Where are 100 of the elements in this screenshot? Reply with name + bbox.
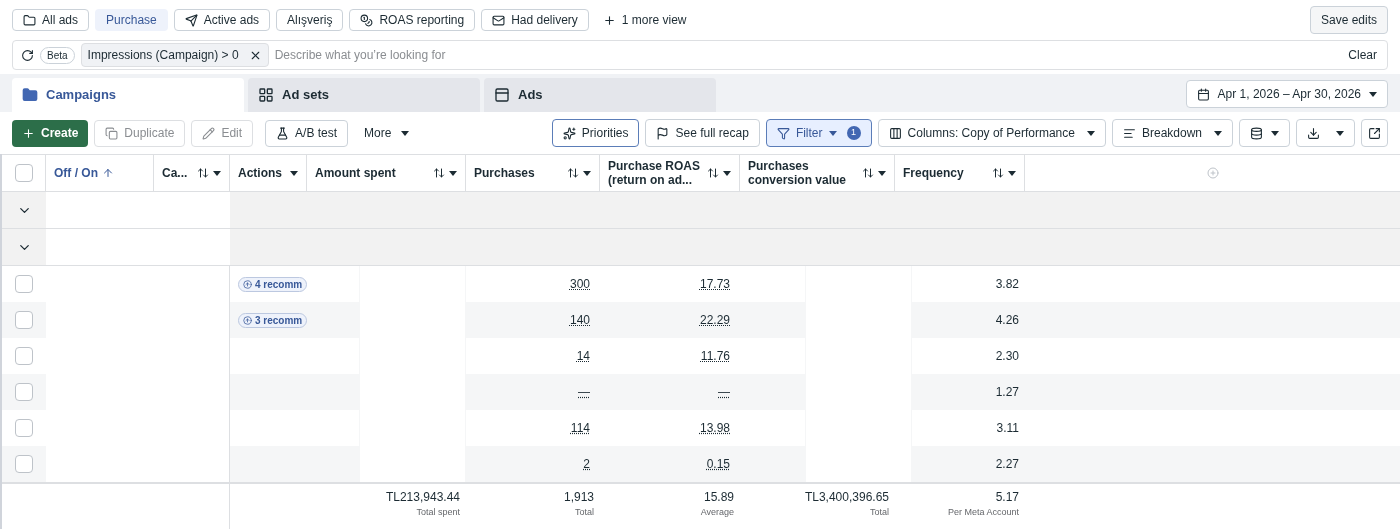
count-badge: 1 [846, 126, 861, 140]
column-header[interactable]: Amount spent [307, 155, 466, 191]
date-range-button[interactable]: Apr 1, 2026 – Apr 30, 2026 [1185, 80, 1388, 108]
caret-icon [1214, 130, 1222, 136]
add-column-icon[interactable] [1206, 167, 1219, 179]
view-tab[interactable]: Purchase [95, 9, 168, 31]
total-label: Total [575, 506, 594, 519]
frequency-value: 1.27 [995, 384, 1019, 401]
arrow-up-icon [243, 279, 252, 289]
arrow-up-icon [243, 315, 252, 325]
roas-value[interactable]: 22.29 [699, 311, 730, 329]
priorities-button[interactable]: Priorities [551, 119, 640, 147]
caret-icon [1008, 170, 1016, 176]
sort-icon [433, 167, 445, 179]
columns-button[interactable]: Columns: Copy of Performance [877, 119, 1106, 147]
column-header[interactable]: Off / On [46, 155, 154, 191]
column-header[interactable]: Actions [230, 155, 307, 191]
caret-icon [1086, 130, 1095, 136]
caret-icon [583, 170, 591, 176]
level-tab[interactable]: Ads [484, 78, 716, 112]
sort-icon [567, 167, 579, 179]
frequency-value: 2.27 [995, 456, 1019, 473]
refresh-icon [21, 48, 34, 62]
column-header[interactable]: Purchases conversion value [740, 155, 895, 191]
total-label: Total spent [416, 506, 460, 519]
purchases-value[interactable]: 300 [569, 275, 590, 293]
view-tab[interactable]: Had delivery [481, 9, 589, 31]
column-title: Ca... [162, 166, 188, 180]
total-value: 5.17 [995, 489, 1019, 506]
level-tab[interactable]: Campaigns [12, 78, 244, 112]
sort-icon [707, 167, 719, 179]
export-button[interactable] [1296, 119, 1355, 147]
frequency-value: 3.11 [996, 420, 1019, 437]
row-checkbox[interactable] [15, 311, 33, 329]
plus-icon [602, 13, 616, 27]
send-icon [184, 13, 198, 27]
column-title: Purchases [474, 166, 535, 180]
purchases-value[interactable]: 14 [576, 347, 590, 365]
column-header[interactable]: Frequency [895, 155, 1025, 191]
columns-icon [888, 126, 902, 140]
pencil-icon [202, 126, 216, 140]
create-button[interactable]: Create [12, 119, 89, 147]
purchases-value[interactable]: — [578, 383, 590, 401]
level-tab[interactable]: Ad sets [248, 78, 480, 112]
view-tab[interactable]: ROAS reporting [349, 9, 476, 31]
recommendations-badge[interactable]: 4 recomm [238, 276, 307, 292]
roas-value[interactable]: 13.98 [699, 419, 730, 437]
sort-icon [197, 167, 209, 179]
recommendations-badge[interactable]: 3 recomm [238, 312, 307, 328]
purchases-value[interactable]: 140 [569, 311, 590, 329]
flask-icon [276, 126, 290, 140]
ab-test-button[interactable]: A/B test [265, 119, 349, 147]
sort-icon [102, 167, 114, 179]
purchases-value[interactable]: 114 [570, 419, 590, 437]
frequency-value: 3.82 [995, 276, 1019, 293]
caret-icon [449, 170, 457, 176]
sparkle-icon [562, 126, 576, 140]
expand-icon [1368, 126, 1381, 140]
duplicate-button[interactable]: Duplicate [94, 119, 186, 147]
mail-icon [492, 13, 506, 27]
recap-button[interactable]: See full recap [645, 119, 760, 147]
total-label: Per Meta Account [947, 506, 1019, 519]
caret-icon [828, 130, 837, 136]
column-header[interactable]: Ca... [154, 155, 230, 191]
filter-icon [776, 126, 790, 140]
row-checkbox[interactable] [15, 455, 33, 473]
expand-button[interactable] [1361, 119, 1388, 147]
roas-value[interactable]: — [718, 383, 730, 401]
view-tab[interactable]: Active ads [173, 9, 271, 31]
column-title: Amount spent [315, 166, 396, 180]
roas-value[interactable]: 0.15 [706, 455, 730, 473]
folder-icon [22, 87, 38, 103]
roas-value[interactable]: 11.76 [700, 347, 730, 365]
clear-button[interactable]: Clear [1346, 46, 1379, 64]
view-tab[interactable]: Alışveriş [276, 9, 344, 31]
select-all-checkbox[interactable] [14, 164, 33, 182]
column-title: Purchase ROAS (return on ad... [608, 159, 702, 187]
view-tab[interactable]: All ads [12, 9, 90, 31]
database-button[interactable] [1239, 119, 1290, 147]
more-views-button[interactable]: 1 more view [594, 9, 695, 31]
search-bar[interactable]: Beta Impressions (Campaign) > 0 Describe what you’re looking for Clear [12, 40, 1388, 70]
purchases-value[interactable]: 2 [583, 455, 590, 473]
row-checkbox[interactable] [15, 419, 33, 437]
row-checkbox[interactable] [15, 383, 33, 401]
breakdown-button[interactable]: Breakdown [1111, 119, 1233, 147]
more-button[interactable]: More [354, 119, 420, 147]
row-checkbox[interactable] [15, 347, 33, 365]
grid-icon [258, 87, 274, 103]
column-title: Off / On [54, 166, 98, 180]
roas-value[interactable]: 17.73 [699, 275, 730, 293]
frequency-value: 2.30 [995, 348, 1019, 365]
filter-chip[interactable]: Impressions (Campaign) > 0 [80, 43, 269, 67]
filter-button[interactable]: Filter 1 [765, 119, 872, 147]
caret-icon [1271, 130, 1279, 136]
row-checkbox[interactable] [15, 275, 33, 293]
column-header[interactable]: Purchase ROAS (return on ad... [600, 155, 740, 191]
window-icon [494, 87, 510, 103]
column-header[interactable]: Purchases [466, 155, 600, 191]
save-edits-button[interactable]: Save edits [1309, 6, 1388, 34]
copy-icon [105, 126, 119, 140]
